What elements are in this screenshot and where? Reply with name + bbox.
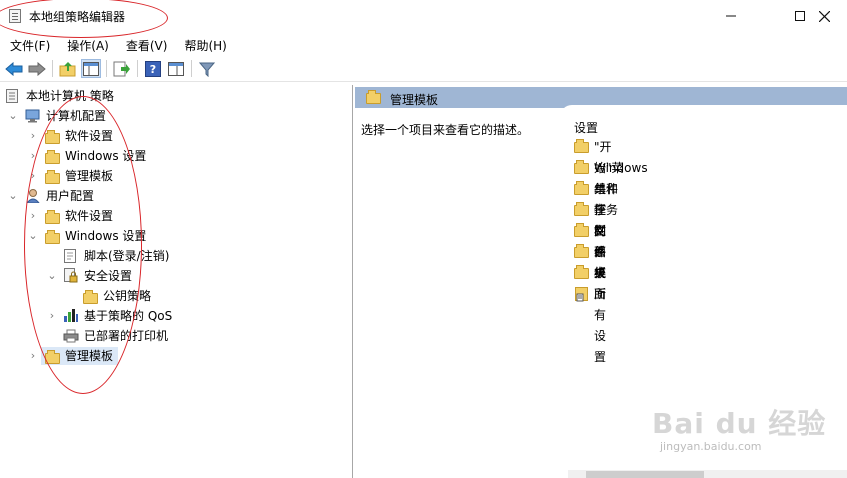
minimize-button[interactable] [708,0,754,32]
toolbar: ? [0,55,847,82]
close-icon [818,10,830,22]
folder-icon [574,181,589,195]
filter-icon [199,62,215,77]
back-arrow-icon [5,61,23,76]
export-list-button[interactable] [112,59,132,78]
scrollbar-thumb[interactable] [586,471,704,478]
title-bar: 本地组策略编辑器 [0,0,847,38]
menu-file[interactable]: 文件(F) [0,33,57,55]
show-hide-tree-icon [83,61,99,76]
computer-icon [25,109,41,129]
chevron-down-icon[interactable]: ⌄ [8,110,18,121]
help-icon: ? [145,60,161,77]
forward-arrow-icon [28,61,46,76]
chevron-right-icon[interactable]: › [28,130,38,141]
description-text: 选择一个项目来查看它的描述。 [361,123,530,137]
help-button[interactable]: ? [143,59,163,78]
toolbar-separator [137,60,138,77]
folder-icon [574,160,589,174]
tree-annotation-ellipse [24,96,142,394]
group-policy-editor-window: 本地组策略编辑器 文件(F) 操作(A) 查看(V) 帮助(H) ? 本地计算机… [0,0,847,478]
menu-bar: 文件(F) 操作(A) 查看(V) 帮助(H) [0,33,847,55]
properties-button[interactable] [166,59,186,78]
back-button[interactable] [4,59,24,78]
toolbar-separator [106,60,107,77]
folder-icon [574,244,589,258]
watermark-url: jingyan.baidu.com [660,440,762,453]
up-one-level-button[interactable] [58,59,78,78]
forward-button[interactable] [27,59,47,78]
all-settings-icon [575,287,589,309]
filter-button[interactable] [197,59,217,78]
chevron-right-icon[interactable]: › [28,350,38,361]
folder-icon [574,202,589,216]
menu-action[interactable]: 操作(A) [57,33,116,55]
close-button[interactable] [801,0,847,32]
toolbar-separator [191,60,192,77]
show-hide-tree-button[interactable] [81,59,101,78]
policy-document-icon [6,89,19,109]
folder-icon [574,223,589,237]
folder-icon [366,90,381,104]
svg-text:?: ? [150,63,156,76]
minimize-icon [726,15,736,17]
properties-icon [168,61,184,76]
export-list-icon [113,61,130,76]
folder-icon [574,139,589,153]
toolbar-separator [52,60,53,77]
settings-column-header[interactable]: 设置 [574,119,598,136]
up-folder-icon [59,61,76,76]
chevron-down-icon[interactable]: ⌄ [8,190,18,201]
menu-view[interactable]: 查看(V) [116,33,175,55]
details-header-title: 管理模板 [390,93,439,107]
watermark-logo-text: Bai du 经验 [652,407,827,440]
baidu-watermark: Bai du 经验 jingyan.baidu.com [652,402,842,472]
menu-help[interactable]: 帮助(H) [174,33,233,55]
folder-icon [574,265,589,279]
